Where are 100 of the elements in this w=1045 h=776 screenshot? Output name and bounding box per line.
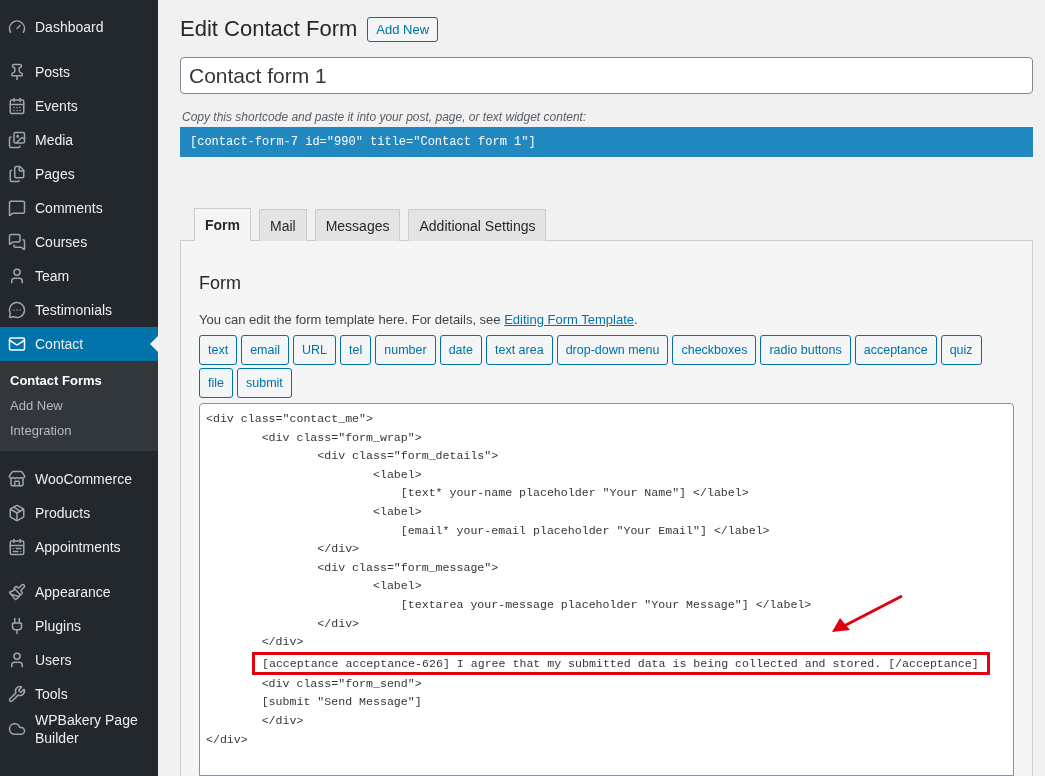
code-line: <div class="form_wrap">	[260, 429, 423, 446]
speech-bubble-icon	[8, 301, 26, 319]
sidebar-item-label: WPBakery Page Builder	[35, 711, 139, 747]
shortcode-hint: Copy this shortcode and paste it into your post, page, or text widget content:	[182, 110, 588, 124]
sidebar-item[interactable]: Testimonials	[0, 293, 158, 327]
sidebar-item-label: Appearance	[35, 583, 111, 601]
tag-button[interactable]: checkboxes	[672, 335, 757, 365]
code-line: </div>	[316, 541, 361, 558]
code-line: <div class="form_send">	[260, 675, 423, 692]
title-field[interactable]: Contact form 1	[180, 57, 1033, 94]
code-line: </div>	[316, 615, 361, 632]
editing-form-template-link[interactable]: Editing Form Template	[504, 312, 635, 327]
code-line: <div class="contact_me">	[206, 411, 374, 427]
tag-button[interactable]: drop-down menu	[556, 335, 669, 365]
tab[interactable]: Additional Settings	[408, 209, 547, 241]
submenu-item[interactable]: Contact Forms	[0, 368, 158, 393]
code-line: [textarea your-message placeholder "Your Message"] </label>	[399, 596, 813, 613]
pin-icon	[8, 63, 26, 81]
code-line: </div>	[260, 712, 305, 729]
tab[interactable]: Mail	[259, 209, 307, 241]
code-line: [text* your-name placeholder "Your Name"] </label>	[399, 485, 750, 502]
media-icon	[8, 131, 26, 149]
tag-button[interactable]: acceptance	[854, 335, 937, 365]
code-line: [submit "Send Message"]	[260, 694, 423, 711]
template-editor[interactable]	[199, 403, 1014, 776]
sidebar-item[interactable]: Posts	[0, 55, 158, 89]
tab[interactable]: Form	[194, 208, 251, 241]
sidebar-item[interactable]: Comments	[0, 191, 158, 225]
sidebar-item-label: WooCommerce	[35, 470, 132, 488]
sidebar-item[interactable]: Team	[0, 259, 158, 293]
store-icon	[8, 470, 26, 488]
tag-button[interactable]: number	[375, 335, 436, 365]
tag-button[interactable]: submit	[237, 368, 292, 398]
code-line: <div class="form_message">	[316, 559, 500, 576]
sidebar-item[interactable]: Events	[0, 89, 158, 123]
code-line: <label>	[371, 503, 423, 520]
sidebar-item[interactable]: Dashboard	[0, 10, 158, 44]
pages-icon	[8, 165, 26, 183]
sidebar-item-label: Team	[35, 267, 70, 285]
panel-heading: Form	[199, 273, 242, 294]
sidebar-item-label: Media	[35, 131, 74, 149]
submenu-item[interactable]: Add New	[0, 393, 158, 418]
comments-icon	[8, 233, 26, 251]
tag-button[interactable]: tel	[340, 335, 372, 365]
calendar-icon	[8, 538, 26, 556]
sidebar-item-label: Users	[35, 651, 72, 669]
page-title: Edit Contact Form	[180, 16, 358, 42]
person-icon	[8, 267, 26, 285]
code-line: </div>	[206, 731, 249, 748]
sidebar-item-label: Plugins	[35, 617, 81, 635]
box-icon	[8, 504, 26, 522]
sidebar-item[interactable]: Tools	[0, 677, 158, 711]
paintbrush-icon	[8, 583, 26, 601]
sidebar-item[interactable]: WooCommerce	[0, 462, 158, 496]
sidebar-item[interactable]: Courses	[0, 225, 158, 259]
tag-button[interactable]: date	[439, 335, 482, 365]
tag-button[interactable]: quiz	[940, 335, 982, 365]
sidebar-item-label: Pages	[35, 165, 75, 183]
sidebar-item-label: Tools	[35, 685, 68, 703]
sidebar-item-label: Dashboard	[35, 18, 104, 36]
tag-button[interactable]: text area	[486, 335, 553, 365]
sidebar-item-label: Appointments	[35, 538, 121, 556]
sidebar-item[interactable]: Plugins	[0, 609, 158, 643]
sidebar-item-label: Posts	[35, 63, 70, 81]
sidebar-item-label: Testimonials	[35, 301, 113, 319]
sidebar-item[interactable]: Contact	[0, 327, 158, 361]
code-line: </div>	[260, 634, 305, 651]
tab[interactable]: Messages	[314, 209, 401, 241]
code-line: <label>	[371, 466, 423, 483]
sidebar-item-label: Products	[35, 504, 91, 522]
tag-button[interactable]: URL	[293, 335, 337, 365]
tag-button[interactable]: text	[199, 335, 238, 365]
code-line: <label>	[371, 578, 423, 595]
code-line: [email* your-email placeholder "Your Email"] </label>	[399, 522, 771, 539]
wrench-icon	[8, 685, 26, 703]
code-line: <div class="form_details">	[316, 448, 500, 465]
sidebar-item-label: Comments	[35, 199, 103, 217]
person-icon	[8, 651, 26, 669]
dashboard-icon	[8, 18, 26, 36]
intro-text: You can edit the form template here. For details, see Editing Form Template.	[199, 312, 639, 327]
sidebar-item[interactable]: Appearance	[0, 575, 158, 609]
submenu-item[interactable]: Integration	[0, 418, 158, 443]
tag-button[interactable]: radio buttons	[760, 335, 851, 365]
annotation-arrow	[832, 594, 904, 634]
sidebar-item[interactable]: Media	[0, 123, 158, 157]
sidebar-item[interactable]: Users	[0, 643, 158, 677]
sidebar-item-label: Events	[35, 97, 78, 115]
calendar-icon	[8, 97, 26, 115]
add-new-button[interactable]: Add New	[367, 16, 439, 42]
cloud-icon	[8, 720, 26, 738]
tag-button[interactable]: email	[241, 335, 290, 365]
sidebar-item[interactable]: Appointments	[0, 530, 158, 564]
sidebar-item-label: Courses	[35, 233, 88, 251]
sidebar-item[interactable]: Pages	[0, 157, 158, 191]
sidebar-item[interactable]: WPBakery Page Builder	[0, 711, 158, 747]
comment-icon	[8, 199, 26, 217]
sidebar-item[interactable]: Products	[0, 496, 158, 530]
tag-button[interactable]: file	[199, 368, 233, 398]
sidebar-item-label: Contact	[35, 335, 84, 353]
shortcode-field[interactable]: [contact-form-7 id="990" title="Contact form 1"]	[180, 127, 1033, 157]
